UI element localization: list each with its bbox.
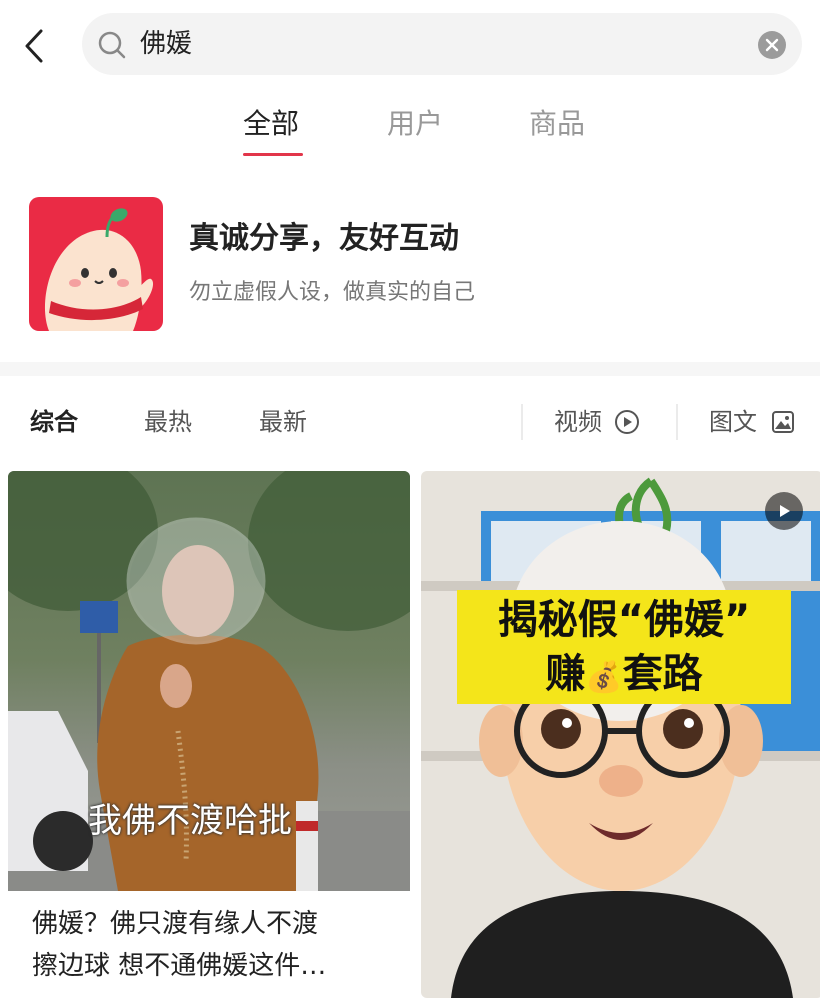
filter-hottest[interactable]: 最热 (144, 404, 192, 440)
filter-newest[interactable]: 最新 (259, 404, 307, 440)
search-icon (98, 31, 126, 59)
play-icon (780, 505, 790, 517)
play-circle-icon (615, 410, 639, 434)
filter-video-label: 视频 (554, 408, 602, 436)
video-thumbnail: 揭秘假“佛媛” 赚💰套路 (421, 471, 820, 998)
back-button[interactable] (14, 26, 54, 66)
note-card-image: 我佛不渡哈批 (8, 471, 410, 891)
tab-all[interactable]: 全部 (243, 104, 299, 144)
filter-separator (521, 404, 523, 440)
banner-title: 真诚分享，友好互动 (189, 221, 459, 256)
note-card-caption[interactable]: 佛媛？佛只渡有缘人不渡 擦边球 想不通佛媛这件… (32, 903, 402, 987)
search-input[interactable]: 佛媛 (140, 26, 192, 62)
caption-line: 佛媛？佛只渡有缘人不渡 (32, 909, 319, 939)
section-divider (0, 362, 820, 376)
clear-search-button[interactable] (758, 31, 786, 59)
money-bag-icon: 💰 (585, 660, 623, 695)
banner-subtitle: 勿立虚假人设，做真实的自己 (189, 280, 476, 305)
filter-comprehensive[interactable]: 综合 (30, 404, 78, 440)
video-title-banner: 揭秘假“佛媛” 赚💰套路 (457, 590, 791, 704)
video-title-line: 赚💰套路 (457, 648, 791, 704)
banner-mascot-logo (29, 197, 163, 331)
filter-image-text[interactable]: 图文 (709, 404, 795, 440)
tab-active-indicator (243, 153, 303, 156)
video-note-card[interactable]: 揭秘假“佛媛” 赚💰套路 (421, 471, 820, 998)
video-play-badge (765, 492, 803, 530)
filter-image-text-label: 图文 (709, 408, 757, 436)
video-title-line: 揭秘假“佛媛” (497, 597, 751, 643)
filter-video[interactable]: 视频 (554, 404, 640, 440)
tab-users[interactable]: 用户 (387, 104, 443, 144)
caption-line: 擦边球 想不通佛媛这件… (32, 951, 327, 981)
tab-products[interactable]: 商品 (529, 104, 585, 144)
image-icon (772, 411, 794, 433)
image-overlay-text: 我佛不渡哈批 (88, 801, 292, 841)
video-title-part: 赚 (545, 651, 586, 697)
close-icon (765, 38, 779, 52)
video-title-part: 套路 (622, 651, 703, 697)
chevron-left-icon (25, 29, 43, 63)
filter-separator (676, 404, 678, 440)
